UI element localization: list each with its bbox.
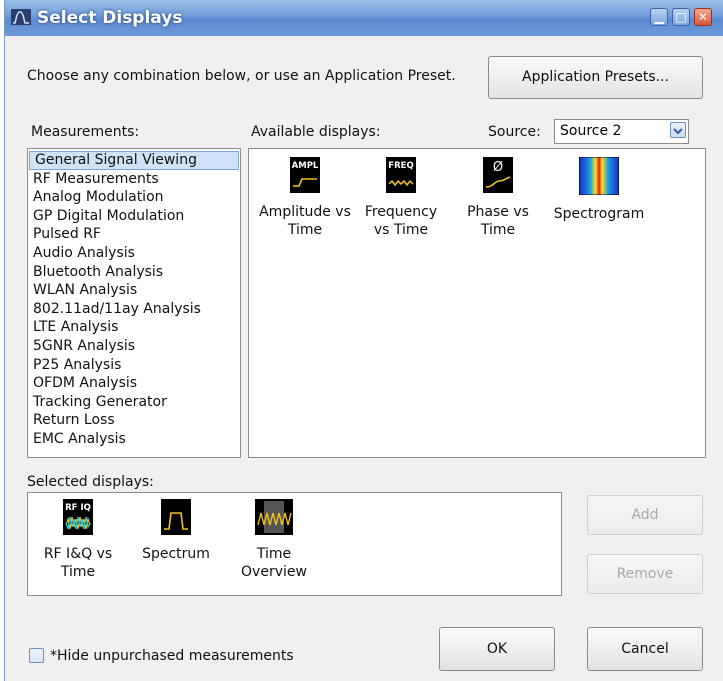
display-caption: Time Overview [241, 546, 307, 580]
display-tile-frequency-vs-time[interactable]: FREQ Frequency vs Time [346, 157, 456, 239]
add-button[interactable]: Add [587, 495, 703, 535]
measurement-list-item[interactable]: OFDM Analysis [28, 374, 240, 393]
amplitude-vs-time-icon: AMPL [290, 157, 320, 193]
measurements-label: Measurements: [31, 124, 140, 140]
cancel-button[interactable]: Cancel [587, 627, 703, 671]
svg-text:Ø: Ø [493, 160, 503, 175]
display-caption: Spectrogram [553, 206, 645, 222]
close-icon: ✕ [697, 10, 709, 24]
selected-displays-panel[interactable]: RF IQ RF I&Q vs Time Spectrum Time Overvie… [27, 492, 562, 596]
selected-displays-label: Selected displays: [27, 474, 154, 490]
measurement-list-item[interactable]: General Signal Viewing [29, 151, 239, 170]
display-tile-phase-vs-time[interactable]: Ø Phase vs Time [443, 157, 553, 239]
display-caption: Phase vs Time [467, 204, 529, 238]
svg-text:AMPL: AMPL [292, 161, 319, 171]
rf-iq-vs-time-icon: RF IQ [63, 499, 93, 535]
measurement-list-item[interactable]: P25 Analysis [28, 356, 240, 375]
measurement-list-item[interactable]: Return Loss [28, 411, 240, 430]
measurement-list-item[interactable]: GP Digital Modulation [28, 207, 240, 226]
display-caption: RF I&Q vs Time [43, 546, 113, 580]
available-displays-label: Available displays: [251, 124, 381, 140]
svg-text:RF IQ: RF IQ [65, 503, 91, 513]
measurement-list-item[interactable]: Tracking Generator [28, 393, 240, 412]
measurement-list-item[interactable]: Analog Modulation [28, 188, 240, 207]
close-button[interactable]: ✕ [694, 8, 712, 26]
measurement-list-item[interactable]: Pulsed RF [28, 225, 240, 244]
spectrum-icon [161, 499, 191, 535]
measurement-list-item[interactable]: LTE Analysis [28, 318, 240, 337]
source-label: Source: [488, 124, 541, 140]
available-displays-panel[interactable]: AMPL Amplitude vs Time FREQ Frequency vs T… [248, 148, 706, 458]
selected-tile-time-overview[interactable]: Time Overview [219, 499, 329, 581]
maximize-icon: □ [675, 10, 687, 24]
selected-tile-spectrum[interactable]: Spectrum [121, 499, 231, 563]
select-displays-dialog: Select Displays ▁ □ ✕ Choose any combina… [4, 0, 723, 681]
maximize-button[interactable]: □ [672, 8, 690, 26]
ok-button[interactable]: OK [439, 627, 555, 671]
selected-tile-rf-iq-vs-time[interactable]: RF IQ RF I&Q vs Time [23, 499, 133, 581]
measurement-list-item[interactable]: 802.11ad/11ay Analysis [28, 300, 240, 319]
measurement-list-item[interactable]: WLAN Analysis [28, 281, 240, 300]
window-title: Select Displays [37, 8, 183, 28]
chevron-down-icon [673, 128, 683, 135]
source-dropdown[interactable]: Source 2 [554, 119, 689, 144]
phase-vs-time-icon: Ø [483, 157, 513, 193]
spectrogram-icon [578, 156, 620, 196]
title-bar[interactable]: Select Displays ▁ □ ✕ [5, 0, 723, 36]
measurements-items: General Signal Viewing RF Measurements Ana… [28, 151, 240, 449]
application-presets-button[interactable]: Application Presets... [488, 56, 703, 99]
display-tile-spectrogram[interactable]: Spectrogram [544, 156, 654, 223]
hide-unpurchased-checkbox[interactable] [29, 648, 44, 663]
app-icon [11, 9, 31, 25]
measurement-list-item[interactable]: EMC Analysis [28, 430, 240, 449]
source-value: Source 2 [560, 123, 622, 139]
measurements-list[interactable]: General Signal Viewing RF Measurements Ana… [27, 148, 241, 458]
dropdown-arrow-button[interactable] [670, 122, 686, 138]
frequency-vs-time-icon: FREQ [386, 157, 416, 193]
display-caption: Amplitude vs Time [259, 204, 351, 238]
measurement-list-item[interactable]: RF Measurements [28, 170, 240, 189]
measurement-list-item[interactable]: Bluetooth Analysis [28, 263, 240, 282]
svg-text:FREQ: FREQ [388, 161, 413, 171]
remove-button[interactable]: Remove [587, 554, 703, 594]
measurement-list-item[interactable]: 5GNR Analysis [28, 337, 240, 356]
minimize-button[interactable]: ▁ [650, 8, 668, 26]
instruction-text: Choose any combination below, or use an … [27, 68, 456, 84]
time-overview-icon [255, 499, 293, 535]
display-tile-amplitude-vs-time[interactable]: AMPL Amplitude vs Time [250, 157, 360, 239]
hide-unpurchased-label: *Hide unpurchased measurements [50, 648, 294, 664]
minimize-icon: ▁ [654, 10, 664, 24]
measurement-list-item[interactable]: Audio Analysis [28, 244, 240, 263]
display-caption: Spectrum [142, 546, 210, 562]
display-caption: Frequency vs Time [364, 204, 438, 238]
